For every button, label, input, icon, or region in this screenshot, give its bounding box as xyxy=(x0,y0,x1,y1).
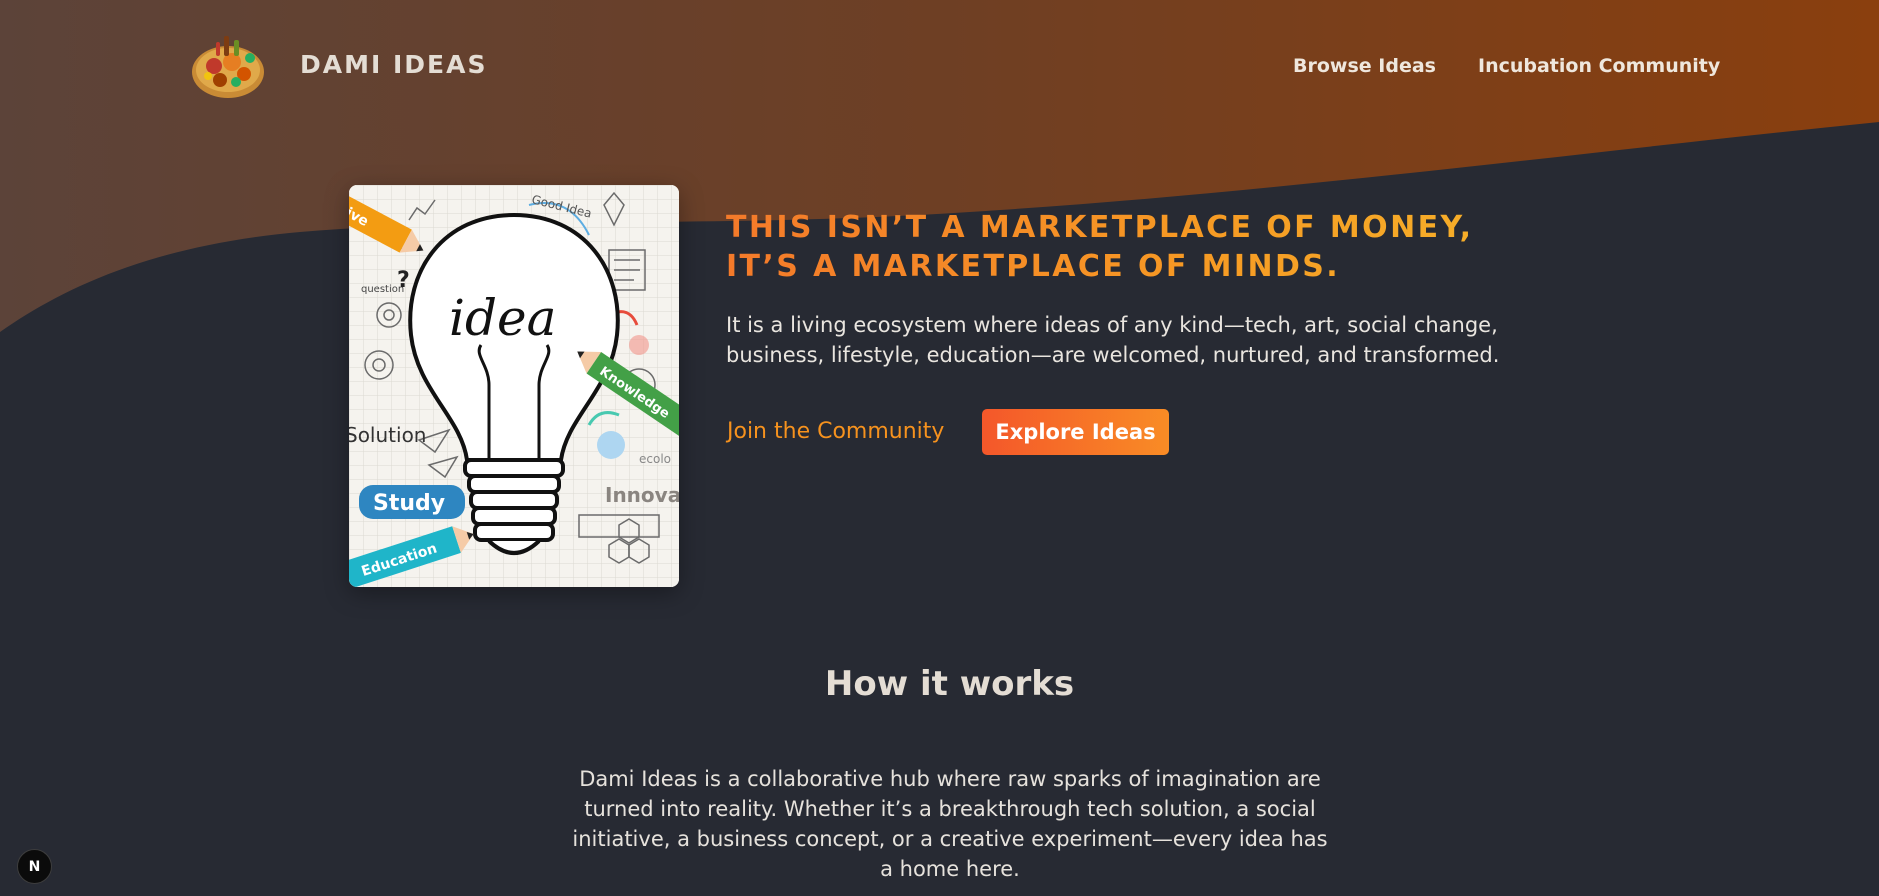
study-doodle-text: Study xyxy=(373,491,445,516)
how-it-works-line-1: Dami Ideas is a collaborative hub where … xyxy=(579,767,1321,791)
site-header: DAMI IDEAS Browse Ideas Incubation Commu… xyxy=(0,0,1879,130)
page: DAMI IDEAS Browse Ideas Incubation Commu… xyxy=(0,0,1879,896)
hero-headline-line-2: IT’S A MARKETPLACE OF MINDS. xyxy=(726,249,1341,284)
how-it-works-title: How it works xyxy=(824,664,1075,704)
solution-doodle-text: Solution xyxy=(349,423,426,447)
explore-ideas-button[interactable]: Explore Ideas xyxy=(982,409,1169,455)
hero-description-line-2: business, lifestyle, education—are welco… xyxy=(726,343,1500,367)
hero-description: It is a living ecosystem where ideas of … xyxy=(726,310,1556,370)
how-it-works-description: Dami Ideas is a collaborative hub where … xyxy=(540,764,1360,884)
food-platter-logo-icon[interactable] xyxy=(188,28,268,102)
hero-headline-line-1: THIS ISN’T A MARKETPLACE OF MONEY, xyxy=(726,210,1474,245)
svg-text:?: ? xyxy=(397,268,410,293)
dev-tools-badge[interactable]: N xyxy=(17,849,52,884)
join-community-link[interactable]: Join the Community xyxy=(727,419,944,444)
hero-description-line-1: It is a living ecosystem where ideas of … xyxy=(726,313,1498,337)
idea-doodle-text: idea xyxy=(449,289,556,347)
nav-browse-ideas[interactable]: Browse Ideas xyxy=(1293,55,1436,77)
hero-lightbulb-illustration: Good Idea question ? Solution ecolo Stud… xyxy=(349,185,679,587)
how-it-works-line-3: initiative, a business concept, or a cre… xyxy=(572,827,1328,851)
eco-doodle-text: ecolo xyxy=(639,452,671,466)
innovation-doodle-text: Innovat xyxy=(605,483,679,507)
brand-name[interactable]: DAMI IDEAS xyxy=(300,50,487,79)
lightbulb-idea-illustration: Good Idea question ? Solution ecolo Stud… xyxy=(349,185,679,587)
hero-headline: THIS ISN’T A MARKETPLACE OF MONEY, IT’S … xyxy=(726,208,1586,286)
how-it-works-line-4: a home here. xyxy=(880,857,1020,881)
how-it-works-line-2: turned into reality. Whether it’s a brea… xyxy=(584,797,1316,821)
nav-incubation-community[interactable]: Incubation Community xyxy=(1478,55,1720,77)
